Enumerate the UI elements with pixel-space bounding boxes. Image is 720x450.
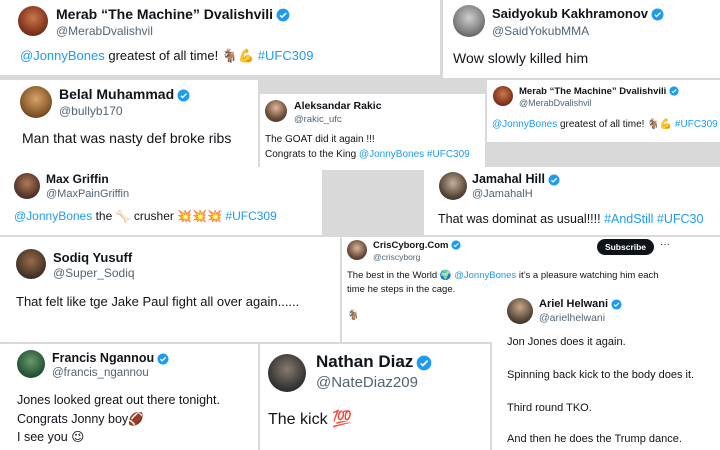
mention-link[interactable]: @JonnyBones #UFC309 — [359, 149, 470, 160]
user-handle: @MerabDvalishvil — [519, 98, 592, 108]
avatar[interactable] — [17, 350, 45, 378]
verified-badge-icon — [451, 240, 462, 251]
emoji: 💯 — [332, 409, 352, 428]
user-name: Merab “The Machine” Dvalishvili — [519, 86, 667, 97]
user-handle: @arielhelwani — [539, 312, 606, 324]
tweet-card-belal: Belal Muhammad @bullyb170 Man that was n… — [0, 80, 258, 170]
user-name: Jamahal Hill — [472, 172, 545, 186]
subscribe-button[interactable]: Subscribe — [597, 239, 654, 255]
user-handle: @Super_Sodiq — [53, 266, 135, 280]
user-handle: @MaxPainGriffin — [46, 188, 130, 200]
tweet-text-line-2: Congrats to the King @JonnyBones #UFC309 — [265, 149, 470, 160]
user-handle: @bullyb170 — [59, 104, 123, 118]
avatar[interactable] — [20, 86, 52, 118]
verified-badge-icon — [416, 355, 432, 370]
mention-link[interactable]: @JonnyBones — [452, 270, 516, 281]
mention-link[interactable]: @JonnyBones — [20, 48, 105, 63]
emoji: 🐐💪 — [647, 119, 673, 130]
user-handle: @rakic_ufc — [294, 114, 342, 125]
user-name: Max Griffin — [46, 172, 109, 186]
mention-link[interactable]: @JonnyBones — [14, 209, 92, 223]
tweet-text-line-1: The best in the World 🌍 @JonnyBones it’s… — [347, 270, 659, 281]
tweet-text: @JonnyBones greatest of all time! 🐐💪 #UF… — [20, 48, 314, 64]
tweet-card-max-griffin: Max Griffin @MaxPainGriffin @JonnyBones … — [0, 167, 322, 235]
avatar[interactable] — [453, 5, 485, 37]
hashtag-link[interactable]: #UFC309 — [254, 48, 314, 63]
avatar[interactable] — [493, 86, 513, 106]
avatar[interactable] — [16, 249, 46, 279]
avatar[interactable] — [14, 173, 40, 199]
avatar[interactable] — [347, 240, 367, 260]
user-name: Merab “The Machine” Dvalishvili — [56, 6, 274, 22]
verified-badge-icon — [276, 8, 290, 22]
user-handle: @francis_ngannou — [52, 367, 149, 379]
tweet-card-saidyokub: Saidyokub Kakhramonov @SaidYokubMMA Wow … — [443, 0, 720, 78]
tweet-text: That felt like tge Jake Paul fight all o… — [16, 294, 300, 309]
user-name: Belal Muhammad — [59, 86, 175, 102]
tweet-card-merab-1: Merab “The Machine” Dvalishvili @MerabDv… — [0, 0, 440, 75]
emoji: 🐐💪 — [221, 49, 255, 64]
avatar[interactable] — [268, 354, 306, 392]
avatar[interactable] — [18, 6, 48, 36]
hashtag-link[interactable]: #AndStill #UFC30 — [604, 212, 703, 226]
avatar[interactable] — [507, 298, 533, 324]
user-name: Ariel Helwani — [539, 298, 609, 310]
tweet-card-ariel-helwani: Ariel Helwani @arielhelwani Jon Jones do… — [492, 291, 720, 450]
avatar[interactable] — [265, 100, 287, 122]
tweet-text-line-3: Third round TKO. — [507, 402, 592, 414]
tweet-text-line-4: And then he does the Trump dance. — [507, 433, 682, 445]
tweet-text-line-2: Spinning back kick to the body does it. — [507, 369, 695, 381]
user-name: Nathan Diaz — [316, 352, 414, 371]
tweet-card-nathan-diaz: Nathan Diaz @NateDiaz209 The kick 💯 — [260, 344, 490, 450]
verified-badge-icon — [669, 86, 679, 97]
emoji: 💥💥💥 — [177, 209, 223, 223]
tweet-card-merab-2: Merab “The Machine” Dvalishvili @MerabDv… — [487, 80, 720, 142]
goat-emoji: 🐐 — [347, 310, 360, 321]
tweet-text: Man that was nasty def broke ribs — [22, 130, 232, 146]
emoji: 🌍 — [439, 270, 452, 281]
user-handle: @JamahalH — [472, 188, 533, 200]
tweet-text-line-3: I see you 😉 — [17, 429, 85, 444]
tweet-card-rakic: Aleksandar Rakic @rakic_ufc The GOAT did… — [260, 94, 485, 170]
tweet-card-jamahal-hill: Jamahal Hill @JamahalH That was dominat … — [424, 167, 720, 235]
tweet-text-line-2: Congrats Jonny boy🏈 — [17, 411, 144, 426]
tweet-text-line-1: Jones looked great out there tonight. — [17, 393, 220, 407]
emoji: 🏈 — [128, 411, 144, 426]
user-handle: @SaidYokubMMA — [492, 24, 590, 38]
tweet-text: The kick 💯 — [268, 409, 352, 428]
tweet-text: Wow slowly killed him — [453, 50, 589, 66]
tweet-card-francis-ngannou: Francis Ngannou @francis_ngannou Jones l… — [0, 344, 258, 450]
tweet-card-sodiq-yusuff: Sodiq Yusuff @Super_Sodiq That felt like… — [0, 237, 340, 342]
mention-link[interactable]: @JonnyBones — [492, 119, 557, 130]
tweet-text: That was dominat as usual!!!! #AndStill … — [438, 212, 704, 226]
user-handle: @MerabDvalishvil — [56, 24, 153, 38]
hashtag-link[interactable]: #UFC309 — [672, 119, 718, 130]
user-name: Sodiq Yusuff — [53, 250, 133, 265]
verified-badge-icon — [651, 8, 664, 21]
user-name: Saidyokub Kakhramonov — [492, 6, 649, 21]
emoji: 🦴 — [115, 209, 131, 223]
user-name: Francis Ngannou — [52, 351, 155, 365]
hashtag-link[interactable]: #UFC309 — [222, 209, 276, 223]
more-options-icon[interactable]: ··· — [660, 239, 670, 250]
user-handle: @criscyborg — [373, 252, 421, 262]
tweet-text: @JonnyBones the 🦴 crusher 💥💥💥 #UFC309 — [14, 209, 277, 223]
tweet-text-line-1: Jon Jones does it again. — [507, 336, 626, 348]
user-name: Aleksandar Rakic — [294, 100, 382, 112]
user-handle: @NateDiaz209 — [316, 374, 418, 391]
avatar[interactable] — [439, 172, 467, 200]
verified-badge-icon — [157, 353, 169, 365]
verified-badge-icon — [548, 174, 560, 186]
tweet-text: @JonnyBones greatest of all time! 🐐💪 #UF… — [492, 119, 718, 130]
user-name: CrisCyborg.Com — [373, 240, 449, 251]
tweet-text-line-2: time he steps in the cage. — [347, 284, 456, 295]
verified-badge-icon — [177, 89, 190, 102]
verified-badge-icon — [611, 299, 622, 310]
tweet-text-line-1: The GOAT did it again !!! — [265, 134, 375, 145]
emoji: 😉 — [71, 429, 85, 444]
